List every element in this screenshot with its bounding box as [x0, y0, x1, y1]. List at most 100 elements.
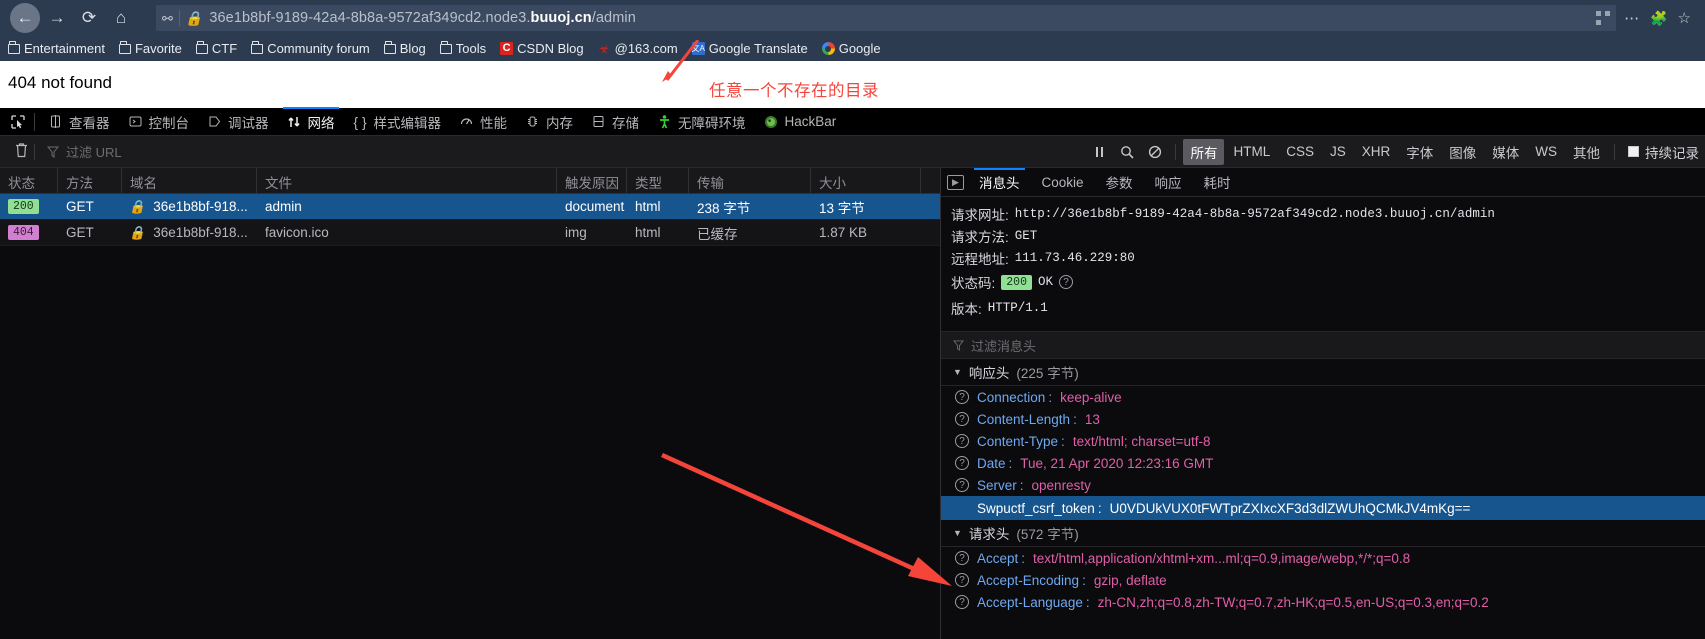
devtools-tab-hackbar[interactable]: HackBar: [755, 108, 846, 136]
filter-chip-image[interactable]: 图像: [1442, 139, 1483, 165]
devtools-tab-label: 调试器: [228, 115, 269, 131]
column-header-status[interactable]: 状态: [0, 168, 58, 193]
help-icon[interactable]: ?: [955, 573, 969, 587]
details-tab-response[interactable]: 响应: [1144, 168, 1193, 197]
devtools-toolbar: 查看器 控制台 调试器 网络 { } 样式编辑器 性能 内存 存储 无障碍环境 …: [0, 106, 1705, 136]
section-request-headers[interactable]: ▼ 请求头 (572 字节): [941, 520, 1705, 547]
help-icon[interactable]: ?: [955, 390, 969, 404]
filter-chip-css[interactable]: CSS: [1279, 141, 1321, 162]
filter-chip-media[interactable]: 媒体: [1485, 139, 1526, 165]
extensions-icon[interactable]: 🧩: [1650, 10, 1667, 27]
help-icon[interactable]: ?: [1059, 275, 1073, 289]
overflow-menu-icon[interactable]: ⋯: [1624, 9, 1640, 27]
filter-chip-all[interactable]: 所有: [1183, 138, 1225, 165]
back-button[interactable]: ←: [10, 3, 40, 33]
bookmark-google[interactable]: Google: [821, 41, 881, 56]
devtools-tab-console[interactable]: 控制台: [119, 108, 199, 136]
devtools-tab-label: 控制台: [148, 115, 190, 131]
header-row-server[interactable]: ? Server: openresty: [941, 474, 1705, 496]
column-header-transfer[interactable]: 传输: [689, 168, 811, 193]
details-tab-headers[interactable]: 消息头: [968, 168, 1031, 197]
header-row-date[interactable]: ? Date: Tue, 21 Apr 2020 12:23:16 GMT: [941, 452, 1705, 474]
persist-logs-toggle[interactable]: 持续记录: [1622, 142, 1699, 162]
devtools-tab-debugger[interactable]: 调试器: [198, 108, 278, 136]
devtools-tab-inspector[interactable]: 查看器: [39, 108, 119, 136]
devtools-tab-style-editor[interactable]: { } 样式编辑器: [344, 108, 451, 136]
table-row[interactable]: 200 GET 🔒 36e1b8bf-918... admin document …: [0, 194, 940, 220]
bookmark-google-translate[interactable]: 文A Google Translate: [692, 41, 808, 56]
filter-chip-other[interactable]: 其他: [1566, 139, 1607, 165]
help-icon[interactable]: ?: [955, 478, 969, 492]
column-header-type[interactable]: 类型: [627, 168, 689, 193]
column-header-domain[interactable]: 域名: [122, 168, 257, 193]
help-icon[interactable]: ?: [955, 551, 969, 565]
header-row-accept[interactable]: ? Accept: text/html,application/xhtml+xm…: [941, 547, 1705, 569]
filter-chip-xhr[interactable]: XHR: [1355, 141, 1398, 162]
column-header-size[interactable]: 大小: [811, 168, 921, 193]
headers-filter-input[interactable]: 过滤消息头: [941, 331, 1705, 359]
filter-chip-html[interactable]: HTML: [1226, 141, 1277, 162]
summary-row-version: 版本: HTTP/1.1: [951, 295, 1695, 321]
help-icon[interactable]: ?: [955, 595, 969, 609]
bookmark-csdn-blog[interactable]: C CSDN Blog: [500, 41, 584, 56]
help-icon[interactable]: ?: [955, 456, 969, 470]
block-icon[interactable]: [1142, 140, 1168, 164]
header-row-accept-encoding[interactable]: ? Accept-Encoding: gzip, deflate: [941, 569, 1705, 591]
checkbox-icon[interactable]: [1628, 146, 1639, 157]
bookmark-community-forum[interactable]: Community forum: [251, 41, 370, 56]
filter-chip-js[interactable]: JS: [1323, 141, 1353, 162]
devtools-tab-memory[interactable]: 内存: [516, 108, 582, 136]
devtools-tab-label: 查看器: [69, 115, 110, 131]
section-response-headers[interactable]: ▼ 响应头 (225 字节): [941, 359, 1705, 386]
section-count: (572 字节): [1016, 527, 1079, 542]
reader-mode-icon[interactable]: [1596, 11, 1611, 25]
help-icon[interactable]: ?: [955, 434, 969, 448]
details-tab-cookie[interactable]: Cookie: [1031, 168, 1095, 197]
header-name: Connection: [977, 389, 1046, 405]
reload-button[interactable]: ⟳: [74, 3, 104, 33]
url-suffix: /admin: [591, 10, 636, 26]
devtools-tab-network[interactable]: 网络: [278, 106, 344, 136]
table-row[interactable]: 404 GET 🔒 36e1b8bf-918... favicon.ico img…: [0, 220, 940, 246]
summary-label: 远程地址:: [951, 252, 1009, 267]
filter-chip-font[interactable]: 字体: [1399, 139, 1440, 165]
devtools-tab-performance[interactable]: 性能: [450, 108, 516, 136]
toggle-sidebar-icon[interactable]: ▶: [947, 174, 964, 190]
bookmark-ctf[interactable]: CTF: [195, 41, 237, 56]
url-filter-input[interactable]: 过滤 URL: [35, 142, 122, 161]
bookmark-blog[interactable]: Blog: [383, 41, 426, 56]
header-row-connection[interactable]: ? Connection: keep-alive: [941, 386, 1705, 408]
chevron-down-icon: ▼: [953, 367, 962, 377]
bookmark-entertainment[interactable]: Entertainment: [8, 41, 105, 56]
home-button[interactable]: ⌂: [106, 3, 136, 33]
pick-element-icon[interactable]: [6, 114, 30, 129]
header-row-accept-language[interactable]: ? Accept-Language: zh-CN,zh;q=0.8,zh-TW;…: [941, 591, 1705, 613]
devtools-tab-storage[interactable]: 存储: [582, 108, 648, 136]
insecure-lock-icon[interactable]: 🔒: [184, 10, 205, 27]
devtools-tab-accessibility[interactable]: 无障碍环境: [648, 108, 755, 136]
address-bar[interactable]: ⚯ 🔒 36e1b8bf-9189-42a4-8b8a-9572af349cd2…: [156, 5, 1617, 31]
details-tab-timings[interactable]: 耗时: [1193, 168, 1242, 197]
header-row-content-type[interactable]: ? Content-Type: text/html; charset=utf-8: [941, 430, 1705, 452]
network-body: 状态 方法 域名 文件 触发原因 类型 传输 大小 200 GET 🔒 36e1b…: [0, 168, 1705, 639]
bookmark-tools[interactable]: Tools: [439, 41, 486, 56]
column-header-method[interactable]: 方法: [58, 168, 122, 193]
filter-icon: [953, 339, 964, 351]
column-header-file[interactable]: 文件: [257, 168, 557, 193]
pause-icon[interactable]: [1086, 140, 1112, 164]
folder-icon: [8, 41, 20, 54]
header-row-content-length[interactable]: ? Content-Length: 13: [941, 408, 1705, 430]
clear-requests-button[interactable]: [8, 142, 34, 162]
forward-button[interactable]: →: [42, 3, 72, 33]
filter-chip-ws[interactable]: WS: [1528, 141, 1564, 162]
bookmark-favorite[interactable]: Favorite: [118, 41, 182, 56]
version-value: HTTP/1.1: [987, 301, 1048, 315]
shield-icon[interactable]: ⚯: [162, 12, 173, 25]
details-tab-params[interactable]: 参数: [1095, 168, 1144, 197]
search-icon[interactable]: [1114, 140, 1140, 164]
help-icon[interactable]: ?: [955, 412, 969, 426]
memory-icon: [525, 114, 540, 129]
bookmark-star-icon[interactable]: ☆: [1678, 9, 1691, 27]
header-row-swpuctf-csrf-token[interactable]: Swpuctf_csrf_token: U0VDUkVUX0tFWTprZXIx…: [941, 496, 1705, 520]
column-header-cause[interactable]: 触发原因: [557, 168, 627, 193]
